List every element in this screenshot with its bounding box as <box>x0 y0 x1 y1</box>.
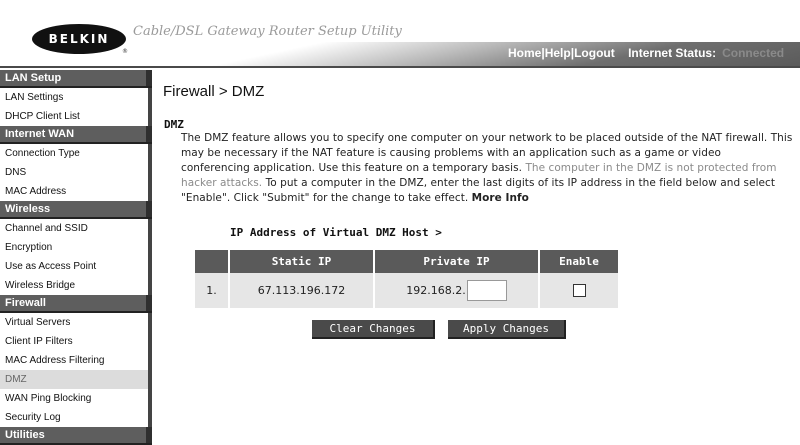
sidebar-section-firewall: Firewall <box>0 295 152 313</box>
table-header-private-ip: Private IP <box>373 250 539 273</box>
internet-status-label: Internet Status: <box>628 46 717 60</box>
row-index: 1. <box>195 273 229 308</box>
private-ip-input[interactable] <box>466 280 507 301</box>
enable-checkbox[interactable] <box>572 284 586 298</box>
registered-mark: ® <box>122 48 128 55</box>
apply-changes-button[interactable]: Apply Changes <box>448 320 566 339</box>
table-row: 1. 67.113.196.172 192.168.2. <box>195 273 618 308</box>
sidebar-item-use-as-access-point[interactable]: Use as Access Point <box>0 257 152 276</box>
more-info-link[interactable]: More Info <box>472 192 529 204</box>
logout-link[interactable]: Logout <box>574 46 615 60</box>
sidebar-section-wireless: Wireless <box>0 201 152 219</box>
belkin-logo: BELKIN <box>32 24 126 54</box>
sidebar-item-connection-type[interactable]: Connection Type <box>0 144 152 163</box>
table-header-index <box>195 250 229 273</box>
help-link[interactable]: Help <box>545 46 571 60</box>
sidebar-item-dmz[interactable]: DMZ <box>0 370 152 389</box>
table-header-enable: Enable <box>538 250 618 273</box>
sidebar-item-security-log[interactable]: Security Log <box>0 408 152 427</box>
private-ip-cell: 192.168.2. <box>373 273 539 308</box>
header: BELKIN ® Cable/DSL Gateway Router Setup … <box>0 0 800 68</box>
internet-status-value: Connected <box>722 46 785 60</box>
sidebar-item-channel-and-ssid[interactable]: Channel and SSID <box>0 219 152 238</box>
page-title: Firewall > DMZ <box>163 83 265 100</box>
sidebar-item-dns[interactable]: DNS <box>0 163 152 182</box>
table-header-static-ip: Static IP <box>228 250 374 273</box>
sidebar-section-utilities: Utilities <box>0 427 152 445</box>
private-ip-prefix: 192.168.2. <box>406 283 466 297</box>
clear-changes-button[interactable]: Clear Changes <box>312 320 435 339</box>
sidebar-item-client-ip-filters[interactable]: Client IP Filters <box>0 332 152 351</box>
sidebar-section-lan-setup: LAN Setup <box>0 70 152 88</box>
dmz-description: The DMZ feature allows you to specify on… <box>181 131 793 206</box>
app-title: Cable/DSL Gateway Router Setup Utility <box>133 24 402 39</box>
sidebar-item-wireless-bridge[interactable]: Wireless Bridge <box>0 276 152 295</box>
sidebar-item-virtual-servers[interactable]: Virtual Servers <box>0 313 152 332</box>
enable-cell <box>538 273 618 308</box>
sidebar-item-dhcp-client-list[interactable]: DHCP Client List <box>0 107 152 126</box>
static-ip-value: 67.113.196.172 <box>228 273 374 308</box>
top-links: Home|Help|Logout Internet Status: Connect… <box>508 46 784 60</box>
sidebar-item-encryption[interactable]: Encryption <box>0 238 152 257</box>
sidebar: LAN Setup LAN Settings DHCP Client List … <box>0 70 152 445</box>
dmz-host-table: Static IP Private IP Enable 1. 67.113.19… <box>195 250 618 308</box>
home-link[interactable]: Home <box>508 46 541 60</box>
sidebar-section-internet-wan: Internet WAN <box>0 126 152 144</box>
dmz-host-label: IP Address of Virtual DMZ Host > <box>230 226 442 239</box>
sidebar-item-mac-address-filtering[interactable]: MAC Address Filtering <box>0 351 152 370</box>
sidebar-item-lan-settings[interactable]: LAN Settings <box>0 88 152 107</box>
section-title: DMZ <box>164 118 184 131</box>
sidebar-item-wan-ping-blocking[interactable]: WAN Ping Blocking <box>0 389 152 408</box>
header-divider <box>0 66 800 68</box>
sidebar-item-mac-address[interactable]: MAC Address <box>0 182 152 201</box>
table-header-row: Static IP Private IP Enable <box>195 250 618 273</box>
